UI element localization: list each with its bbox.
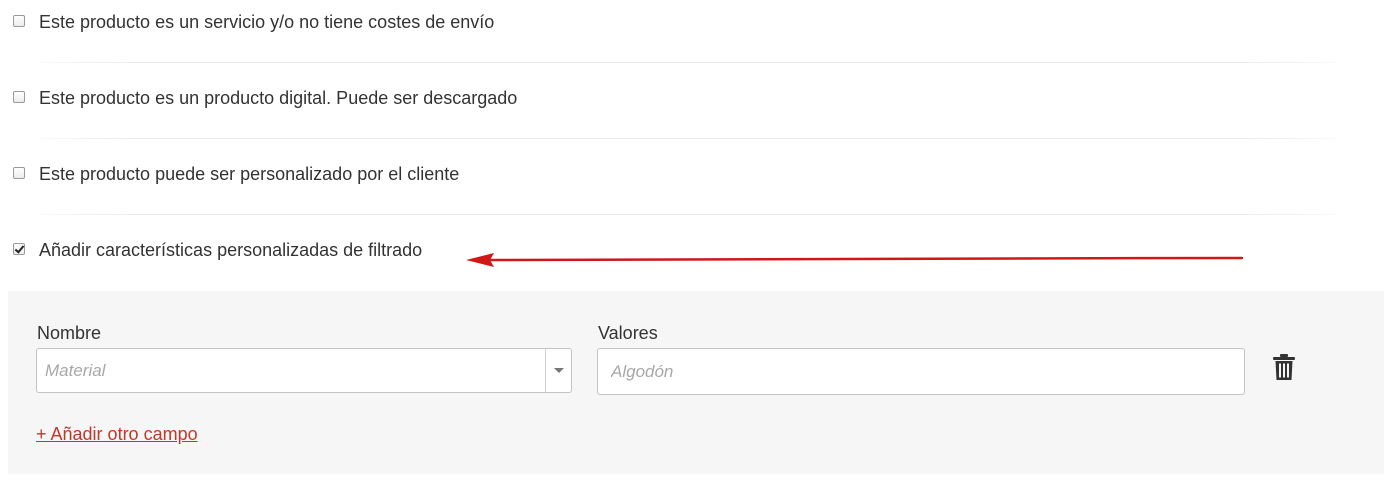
option-label: Este producto puede ser personalizado po… [39, 164, 460, 184]
option-digital-product[interactable]: Este producto es un producto digital. Pu… [0, 78, 1399, 118]
name-select-toggle[interactable] [545, 349, 571, 392]
checkbox-digital-product[interactable] [13, 91, 25, 103]
name-select[interactable]: Material [36, 348, 572, 393]
checkbox-customizable[interactable] [13, 167, 25, 179]
values-input[interactable] [597, 348, 1245, 395]
option-service-no-shipping[interactable]: Este producto es un servicio y/o no tien… [0, 2, 1399, 42]
annotation-arrow [466, 253, 1244, 267]
checkbox-service-no-shipping[interactable] [13, 15, 25, 27]
name-field-label: Nombre [37, 323, 102, 343]
values-field-label: Valores [598, 323, 658, 343]
name-select-placeholder: Material [45, 361, 106, 380]
divider [40, 214, 1336, 215]
option-label: Este producto es un servicio y/o no tien… [39, 12, 495, 32]
chevron-down-icon [554, 368, 564, 373]
option-label: Este producto es un producto digital. Pu… [39, 88, 518, 108]
checkbox-custom-filter-features[interactable] [13, 243, 25, 255]
add-another-field-link[interactable]: + Añadir otro campo [36, 423, 198, 445]
option-customizable[interactable]: Este producto puede ser personalizado po… [0, 154, 1399, 194]
option-label: Añadir características personalizadas de… [39, 240, 423, 260]
trash-icon[interactable] [1272, 353, 1296, 381]
custom-filter-panel: Nombre Material Valores + Añadir otro ca… [8, 291, 1384, 474]
divider [40, 62, 1336, 63]
divider [40, 138, 1336, 139]
